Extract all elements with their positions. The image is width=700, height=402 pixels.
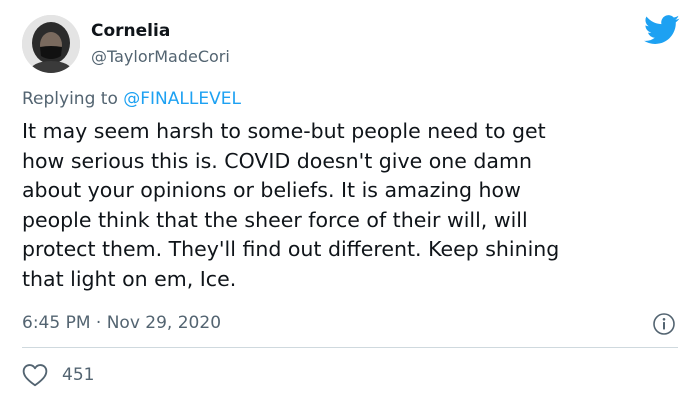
divider [22,347,678,348]
replying-to: Replying to @FINALLEVEL [22,89,241,109]
tweet-date: Nov 29, 2020 [106,313,222,333]
tweet-text: It may seem harsh to some-but people nee… [22,119,560,291]
heart-icon[interactable] [22,363,48,387]
twitter-bird-icon[interactable] [644,15,680,45]
reply-handle-link[interactable]: @FINALLEVEL [123,89,241,109]
user-name[interactable]: Cornelia [91,21,170,41]
meta-separator: · [95,313,102,333]
avatar[interactable] [22,15,80,73]
tweet-card: Cornelia @TaylorMadeCori Replying to @FI… [0,0,700,402]
info-icon[interactable] [652,312,676,336]
tweet-timestamp[interactable]: 6:45 PM · Nov 29, 2020 [22,313,221,333]
user-handle[interactable]: @TaylorMadeCori [91,47,230,66]
replying-to-label: Replying to [22,89,118,109]
tweet-time: 6:45 PM [22,313,91,333]
like-count: 451 [62,365,95,385]
